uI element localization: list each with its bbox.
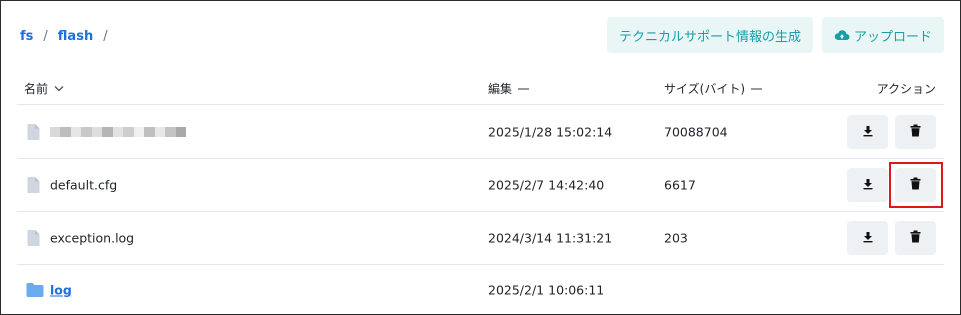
upload-button[interactable]: アップロード: [822, 17, 944, 53]
edited-date: 2025/2/1 10:06:11: [488, 282, 605, 298]
column-action-label: アクション: [876, 82, 936, 96]
trash-icon: [910, 230, 921, 246]
download-icon: [862, 231, 874, 246]
folder-link[interactable]: log: [50, 283, 72, 298]
file-name[interactable]: default.cfg: [50, 178, 117, 193]
file-name[interactable]: exception.log: [50, 231, 134, 246]
column-size-label: サイズ(バイト): [664, 82, 746, 96]
delete-button[interactable]: [895, 115, 936, 149]
delete-button[interactable]: [895, 221, 936, 255]
sort-none-icon: [751, 87, 763, 91]
table-row: 2025/1/28 15:02:14 70088704: [17, 106, 944, 159]
chevron-down-icon: [54, 85, 64, 92]
download-button[interactable]: [847, 221, 888, 255]
column-edit-label: 編集: [488, 82, 513, 96]
breadcrumb-separator: /: [43, 28, 48, 44]
delete-button[interactable]: [895, 168, 936, 202]
redacted-file-name[interactable]: [50, 127, 187, 137]
breadcrumb-root-link[interactable]: fs: [20, 29, 33, 44]
sort-none-icon: [518, 87, 530, 91]
column-header-name[interactable]: 名前: [24, 80, 64, 97]
trash-icon: [910, 124, 921, 140]
file-icon: [26, 230, 40, 247]
column-header-size[interactable]: サイズ(バイト): [664, 80, 763, 97]
edited-date: 2025/1/28 15:02:14: [488, 124, 613, 140]
download-icon: [862, 178, 874, 193]
breadcrumb: fs / flash /: [20, 27, 118, 45]
support-button-label: テクニカルサポート情報の生成: [618, 29, 801, 45]
table-row: default.cfg 2025/2/7 14:42:40 6617: [17, 159, 944, 212]
upload-button-label: アップロード: [853, 29, 932, 45]
download-button[interactable]: [847, 115, 888, 149]
generate-support-info-button[interactable]: テクニカルサポート情報の生成: [607, 17, 813, 53]
file-icon: [26, 177, 40, 194]
edited-date: 2025/2/7 14:42:40: [488, 177, 605, 193]
column-name-label: 名前: [24, 82, 49, 96]
download-icon: [862, 125, 874, 140]
table-header: 名前 編集 サイズ(バイト) アクション: [17, 70, 944, 105]
file-size: 203: [664, 230, 688, 246]
edited-date: 2024/3/14 11:31:21: [488, 230, 613, 246]
column-header-edit[interactable]: 編集: [488, 80, 530, 97]
cloud-upload-icon: [834, 29, 850, 41]
file-size: 70088704: [664, 124, 728, 140]
breadcrumb-separator: /: [103, 28, 108, 44]
download-button[interactable]: [847, 168, 888, 202]
trash-icon: [910, 177, 921, 193]
column-header-action: アクション: [877, 80, 936, 97]
table-row: log 2025/2/1 10:06:11: [17, 265, 944, 315]
folder-icon: [26, 283, 44, 298]
table-row: exception.log 2024/3/14 11:31:21 203: [17, 212, 944, 265]
file-icon: [26, 124, 40, 141]
breadcrumb-folder-link[interactable]: flash: [58, 29, 93, 44]
file-size: 6617: [664, 177, 696, 193]
